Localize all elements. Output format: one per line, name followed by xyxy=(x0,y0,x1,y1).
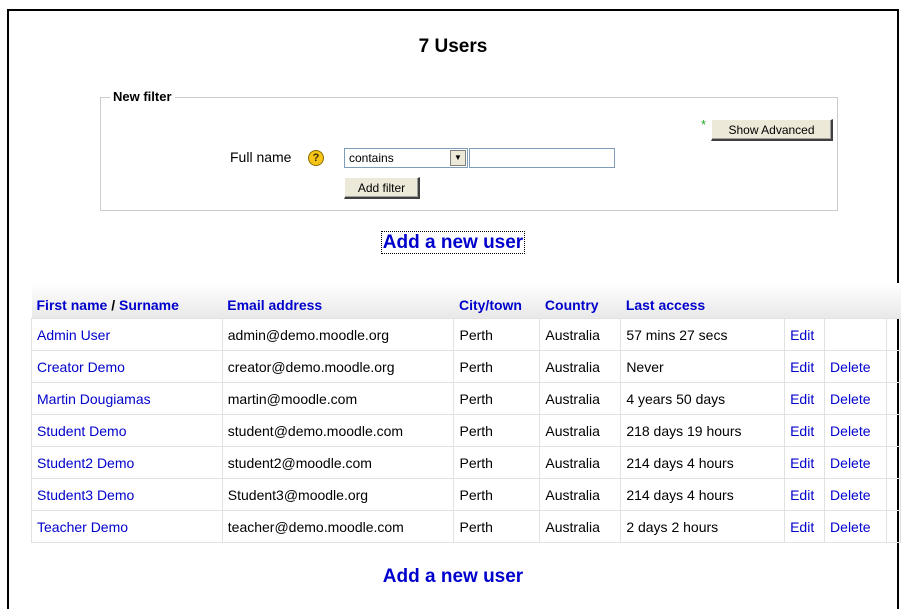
user-email: creator@demo.moodle.org xyxy=(221,350,455,383)
user-city: Perth xyxy=(453,382,541,415)
user-name-link[interactable]: Student2 Demo xyxy=(31,446,223,479)
user-country: Australia xyxy=(539,382,622,415)
delete-user-link[interactable]: Delete xyxy=(824,446,887,479)
user-lastaccess: 214 days 4 hours xyxy=(620,478,786,511)
user-country: Australia xyxy=(539,478,622,511)
user-email: admin@demo.moodle.org xyxy=(221,318,455,351)
add-new-user-link-top: Add a new user xyxy=(0,231,906,254)
user-lastaccess: 4 years 50 days xyxy=(620,382,786,415)
add-new-user-link-bottom[interactable]: Add a new user xyxy=(0,566,906,588)
header-separator: / xyxy=(111,297,116,313)
row-spacer xyxy=(885,318,902,351)
user-email: teacher@demo.moodle.com xyxy=(221,510,455,543)
user-country: Australia xyxy=(539,414,622,447)
table-row: Martin Dougiamas martin@moodle.com Perth… xyxy=(31,382,902,415)
edit-user-link[interactable]: Edit xyxy=(784,446,826,479)
user-city: Perth xyxy=(453,510,541,543)
sort-surname-link[interactable]: Surname xyxy=(119,297,179,313)
user-lastaccess: 214 days 4 hours xyxy=(620,446,786,479)
user-lastaccess: 2 days 2 hours xyxy=(620,510,786,543)
edit-user-link[interactable]: Edit xyxy=(784,382,826,415)
user-country: Australia xyxy=(539,446,622,479)
new-filter-legend: New filter xyxy=(110,89,175,104)
delete-user-link[interactable]: Delete xyxy=(824,510,887,543)
user-country: Australia xyxy=(539,510,622,543)
sort-firstname-link[interactable]: First name xyxy=(37,297,108,313)
user-name-link[interactable]: Teacher Demo xyxy=(31,510,223,543)
table-row: Student2 Demo student2@moodle.com Perth … xyxy=(31,446,902,479)
table-row: Creator Demo creator@demo.moodle.org Per… xyxy=(31,350,902,383)
row-spacer xyxy=(885,382,902,415)
fullname-label: Full name xyxy=(230,149,292,165)
add-new-user-link[interactable]: Add a new user xyxy=(380,231,526,254)
user-email: student@demo.moodle.com xyxy=(221,414,455,447)
row-spacer xyxy=(885,510,902,543)
user-country: Australia xyxy=(539,350,622,383)
table-row: Student3 Demo Student3@moodle.org Perth … xyxy=(31,478,902,511)
row-spacer xyxy=(885,478,902,511)
table-header-row: First name / Surname Email address City/… xyxy=(31,283,901,319)
user-name-link[interactable]: Student3 Demo xyxy=(31,478,223,511)
users-table: First name / Surname Email address City/… xyxy=(31,283,902,543)
page-title: 7 Users xyxy=(418,36,488,57)
column-header-email[interactable]: Email address xyxy=(222,283,454,319)
user-lastaccess: Never xyxy=(620,350,786,383)
user-lastaccess: 57 mins 27 secs xyxy=(620,318,786,351)
user-name-link[interactable]: Admin User xyxy=(31,318,223,351)
user-city: Perth xyxy=(453,478,541,511)
user-name-link[interactable]: Creator Demo xyxy=(31,350,223,383)
help-icon[interactable]: ? xyxy=(308,150,324,166)
user-city: Perth xyxy=(453,350,541,383)
edit-user-link[interactable]: Edit xyxy=(784,510,826,543)
delete-user-link[interactable]: Delete xyxy=(824,414,887,447)
user-email: martin@moodle.com xyxy=(221,382,455,415)
fullname-operator-value: contains xyxy=(349,151,394,165)
row-spacer xyxy=(885,350,902,383)
row-spacer xyxy=(885,446,902,479)
edit-user-link[interactable]: Edit xyxy=(784,414,826,447)
chevron-down-icon[interactable]: ▼ xyxy=(450,150,466,166)
add-filter-button[interactable]: Add filter xyxy=(344,177,420,199)
delete-user-link[interactable]: Delete xyxy=(824,478,887,511)
user-city: Perth xyxy=(453,414,541,447)
column-header-delete xyxy=(824,283,887,319)
user-country: Australia xyxy=(539,318,622,351)
edit-user-link[interactable]: Edit xyxy=(784,478,826,511)
column-header-edit xyxy=(784,283,825,319)
column-header-city[interactable]: City/town xyxy=(453,283,540,319)
column-header-spacer xyxy=(886,283,901,319)
user-city: Perth xyxy=(453,446,541,479)
fullname-filter-input[interactable] xyxy=(469,148,615,168)
fullname-operator-select[interactable]: contains ▼ xyxy=(344,148,468,168)
row-spacer xyxy=(885,414,902,447)
delete-user-cell xyxy=(824,318,887,351)
delete-user-link[interactable]: Delete xyxy=(824,350,887,383)
table-row: Teacher Demo teacher@demo.moodle.com Per… xyxy=(31,510,902,543)
delete-user-link[interactable]: Delete xyxy=(824,382,887,415)
column-header-lastaccess[interactable]: Last access xyxy=(620,283,785,319)
user-city: Perth xyxy=(453,318,541,351)
user-name-link[interactable]: Student Demo xyxy=(31,414,223,447)
user-name-link[interactable]: Martin Dougiamas xyxy=(31,382,223,415)
column-header-country[interactable]: Country xyxy=(539,283,621,319)
table-row: Student Demo student@demo.moodle.com Per… xyxy=(31,414,902,447)
show-advanced-button[interactable]: Show Advanced xyxy=(711,119,833,141)
edit-user-link[interactable]: Edit xyxy=(784,318,826,351)
table-row: Admin User admin@demo.moodle.org Perth A… xyxy=(31,318,902,351)
user-email: student2@moodle.com xyxy=(221,446,455,479)
column-header-name: First name / Surname xyxy=(31,283,223,319)
edit-user-link[interactable]: Edit xyxy=(784,350,826,383)
user-email: Student3@moodle.org xyxy=(221,478,455,511)
user-lastaccess: 218 days 19 hours xyxy=(620,414,786,447)
required-marker: * xyxy=(701,117,707,132)
